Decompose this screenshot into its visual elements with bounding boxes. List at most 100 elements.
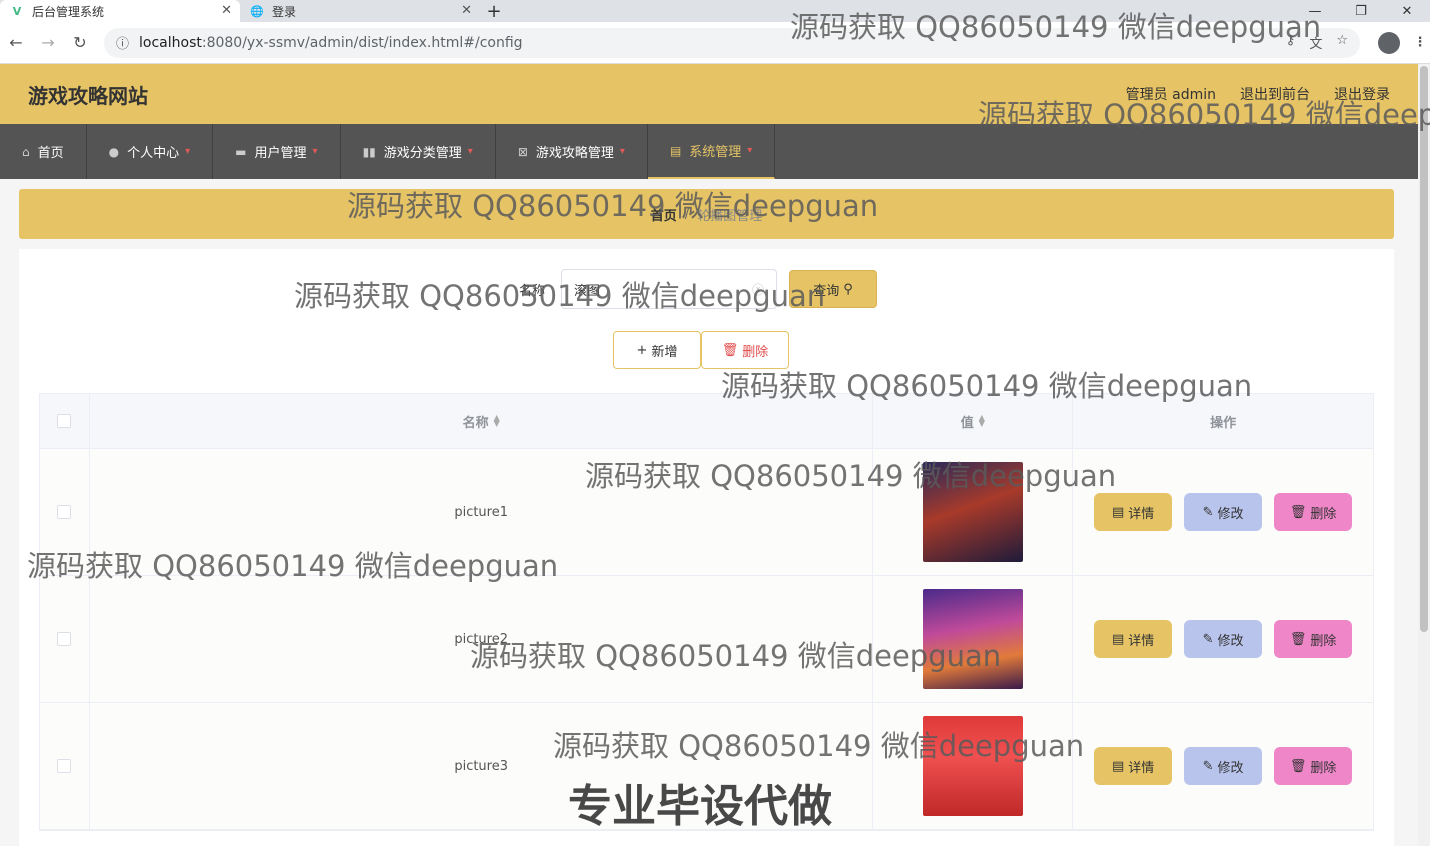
nav-label: 首页	[37, 146, 64, 161]
pencil-icon: ✎	[1202, 631, 1214, 647]
briefcase-icon: ▬	[235, 144, 247, 159]
column-header-actions: 操作	[1073, 394, 1373, 448]
batch-delete-button[interactable]: 🗑 删除	[701, 331, 789, 369]
globe-icon: 🌐	[250, 4, 264, 18]
close-icon[interactable]: ✕	[461, 3, 472, 18]
document-icon: ▤	[1111, 631, 1125, 647]
logout-link[interactable]: 退出登录	[1334, 84, 1390, 104]
translate-icon[interactable]: 文	[1309, 33, 1322, 52]
info-icon[interactable]: ⓘ	[116, 33, 129, 52]
search-input-value: 滚图	[574, 283, 601, 299]
star-icon[interactable]: ☆	[1336, 33, 1348, 52]
nav-item-users[interactable]: ▬ 用户管理 ▾	[213, 124, 341, 179]
delete-button[interactable]: 🗑 删除	[1274, 620, 1353, 658]
nav-label: 系统管理	[689, 145, 742, 160]
site-title: 游戏攻略网站	[28, 83, 148, 108]
app-root: 游戏攻略网站 管理员 admin 退出到前台 退出登录 ⌂ 首页 ● 个人中心 …	[0, 64, 1418, 846]
nav-item-home[interactable]: ⌂ 首页	[0, 124, 87, 179]
table-row: picture3 ▤ 详情 ✎ 修改 🗑 删除	[40, 703, 1373, 830]
key-icon[interactable]: ⚷	[1286, 33, 1296, 52]
nav-item-game-guide[interactable]: ⊠ 游戏攻略管理 ▾	[496, 124, 648, 179]
reload-icon[interactable]: ↻	[64, 33, 96, 52]
back-icon[interactable]: ←	[0, 33, 32, 52]
forward-icon[interactable]: →	[32, 33, 64, 52]
row-checkbox[interactable]	[57, 505, 72, 519]
document-icon: ▤	[1111, 758, 1125, 774]
url-path: :8080/yx-ssmv/admin/dist/index.html#/con…	[201, 34, 523, 51]
chevron-down-icon: ▾	[619, 146, 625, 157]
detail-button[interactable]: ▤ 详情	[1094, 620, 1173, 658]
button-label: 删除	[1310, 760, 1337, 776]
search-label: 名称	[519, 283, 546, 299]
nav-item-system[interactable]: ▤ 系统管理 ▾	[647, 124, 776, 179]
search-input[interactable]: 滚图 ⓧ	[561, 269, 778, 309]
nav-item-game-category[interactable]: ▮▮ 游戏分类管理 ▾	[341, 124, 496, 179]
trash-icon: 🗑	[1289, 758, 1307, 774]
chevron-down-icon: ▾	[747, 145, 753, 156]
restore-icon[interactable]: ❐	[1338, 0, 1384, 22]
table-row: picture2 ▤ 详情 ✎ 修改 🗑 删除	[40, 576, 1373, 703]
home-icon: ⌂	[22, 144, 30, 159]
carousel-image	[922, 462, 1023, 562]
button-label: 详情	[1128, 633, 1155, 649]
url-field[interactable]: ⓘ localhost:8080/yx-ssmv/admin/dist/inde…	[104, 27, 1360, 58]
browser-menu-icon[interactable]: ⋮	[1410, 35, 1430, 50]
breadcrumb-separator: /	[684, 206, 690, 222]
column-label: 值	[960, 415, 974, 431]
sort-icon[interactable]: ▲ ▼	[979, 414, 985, 428]
scrollbar-thumb[interactable]	[1420, 66, 1428, 632]
row-checkbox[interactable]	[57, 632, 72, 646]
detail-button[interactable]: ▤ 详情	[1094, 493, 1173, 531]
breadcrumb-current: 轮播图管理	[697, 208, 763, 224]
edit-button[interactable]: ✎ 修改	[1184, 493, 1263, 531]
edit-button[interactable]: ✎ 修改	[1184, 747, 1263, 785]
site-header: 游戏攻略网站 管理员 admin 退出到前台 退出登录	[0, 64, 1418, 124]
browser-tab-login[interactable]: 🌐 登录 ✕	[240, 0, 480, 22]
button-label: 删除	[1310, 633, 1337, 649]
browser-tabbar: V 后台管理系统 ✕ 🌐 登录 ✕ + — ❐ ✕	[0, 0, 1430, 22]
cell-name: picture1	[90, 449, 874, 575]
nav-label: 个人中心	[127, 146, 180, 161]
table-row: picture1 ▤ 详情 ✎ 修改 🗑 删除	[40, 449, 1373, 576]
browser-tab-admin[interactable]: V 后台管理系统 ✕	[0, 0, 240, 22]
books-icon: ▮▮	[362, 144, 376, 159]
nav-label: 用户管理	[254, 146, 307, 161]
query-button[interactable]: 查询 ⚲	[789, 270, 878, 308]
window-close-icon[interactable]: ✕	[1384, 0, 1430, 22]
button-label: 修改	[1217, 760, 1244, 776]
document-icon: ▤	[1111, 504, 1125, 520]
button-label: 详情	[1128, 506, 1155, 522]
minimize-icon[interactable]: —	[1292, 0, 1338, 22]
calendar-x-icon: ⊠	[517, 144, 528, 159]
column-header-value[interactable]: 值 ▲ ▼	[873, 394, 1074, 448]
nav-item-personal[interactable]: ● 个人中心 ▾	[87, 124, 214, 179]
trash-icon: 🗑	[1289, 631, 1307, 647]
edit-button[interactable]: ✎ 修改	[1184, 620, 1263, 658]
page-scrollbar[interactable]	[1418, 64, 1430, 846]
button-label: 详情	[1128, 760, 1155, 776]
breadcrumb-home[interactable]: 首页	[651, 205, 677, 224]
user-label: 管理员 admin	[1125, 87, 1216, 103]
new-tab-button[interactable]: +	[480, 0, 508, 22]
top-nav: ⌂ 首页 ● 个人中心 ▾ ▬ 用户管理 ▾ ▮▮ 游戏分类管理 ▾ ⊠ 游戏攻…	[0, 124, 1418, 179]
button-label: 修改	[1217, 633, 1244, 649]
delete-button[interactable]: 🗑 删除	[1274, 747, 1353, 785]
trash-icon: 🗑	[1289, 504, 1307, 520]
detail-button[interactable]: ▤ 详情	[1094, 747, 1173, 785]
sort-icon[interactable]: ▲ ▼	[494, 414, 500, 428]
button-label: 修改	[1217, 506, 1244, 522]
column-header-name[interactable]: 名称 ▲ ▼	[90, 394, 874, 448]
search-form: 名称 滚图 ⓧ 查询 ⚲	[519, 269, 878, 309]
breadcrumb: 首页 / 轮播图管理	[19, 189, 1394, 239]
select-all-checkbox[interactable]	[57, 414, 72, 428]
profile-avatar[interactable]	[1378, 31, 1400, 54]
close-icon[interactable]: ✕	[221, 3, 232, 18]
delete-button[interactable]: 🗑 删除	[1274, 493, 1353, 531]
address-bar: ← → ↻ ⓘ localhost:8080/yx-ssmv/admin/dis…	[0, 22, 1430, 64]
column-label: 操作	[1210, 415, 1237, 431]
pencil-icon: ✎	[1202, 758, 1214, 774]
add-button[interactable]: + 新增	[613, 331, 701, 369]
back-to-front-link[interactable]: 退出到前台	[1240, 84, 1310, 104]
clear-icon[interactable]: ⓧ	[752, 281, 764, 298]
row-checkbox[interactable]	[57, 759, 72, 773]
